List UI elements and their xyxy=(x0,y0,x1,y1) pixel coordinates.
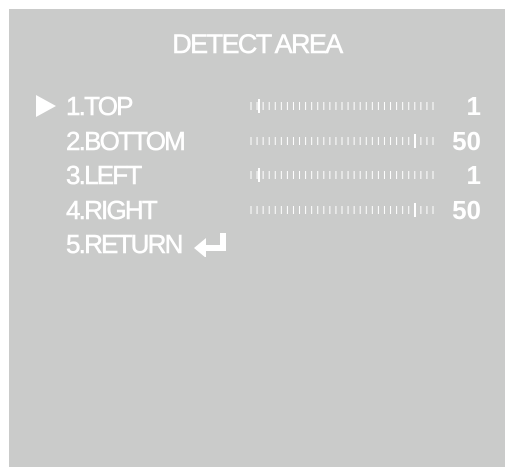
right-slider[interactable] xyxy=(249,203,435,217)
enter-return-icon xyxy=(194,231,230,258)
menu-item-return[interactable]: 5.RETURN xyxy=(9,227,505,261)
menu-item-label: 5.RETURN xyxy=(66,229,184,260)
selection-cursor-icon xyxy=(36,95,56,117)
menu-item-value: 50 xyxy=(452,195,481,225)
menu-title: DETECT AREA xyxy=(172,29,344,60)
menu-item-value: 50 xyxy=(452,126,481,156)
menu-item-value: 1 xyxy=(466,160,481,190)
menu-item-label: 4.RIGHT xyxy=(66,195,158,226)
menu-item-label: 3.LEFT xyxy=(66,160,143,191)
menu-item-label: 1.TOP xyxy=(66,91,134,122)
osd-menu-screen: DETECT AREA 1.TOP 1 2.BOTTOM 50 3.LEFT 1… xyxy=(9,9,505,467)
menu-item-value: 1 xyxy=(466,91,481,121)
left-slider[interactable] xyxy=(249,168,435,182)
menu-item-right[interactable]: 4.RIGHT 50 xyxy=(9,193,505,227)
bottom-slider[interactable] xyxy=(249,134,435,148)
menu-item-label: 2.BOTTOM xyxy=(66,126,186,157)
menu-item-left[interactable]: 3.LEFT 1 xyxy=(9,158,505,192)
top-slider[interactable] xyxy=(249,99,435,113)
menu-item-bottom[interactable]: 2.BOTTOM 50 xyxy=(9,124,505,158)
menu-item-top[interactable]: 1.TOP 1 xyxy=(9,89,505,123)
